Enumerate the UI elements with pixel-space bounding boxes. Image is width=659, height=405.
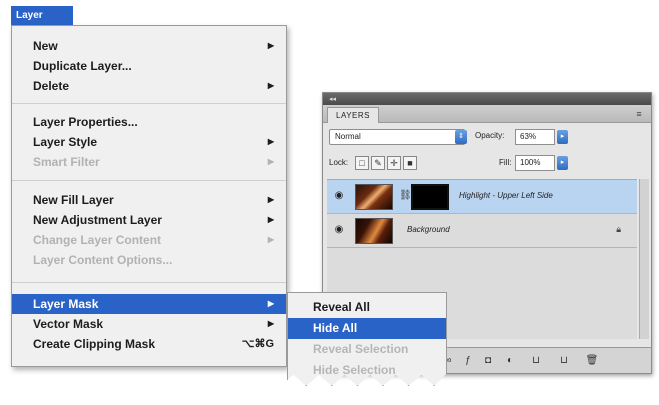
add-mask-icon[interactable]: ◘ <box>481 354 495 367</box>
layer-name: Highlight - Upper Left Side <box>459 191 553 200</box>
menu-item-layer-properties[interactable]: Layer Properties... <box>12 112 286 132</box>
submenu-arrow-icon: ▶ <box>267 81 274 90</box>
layer-mask-thumbnail[interactable] <box>411 184 449 210</box>
layer-row[interactable]: ◉ ⛓ Highlight - Upper Left Side <box>327 180 637 214</box>
submenu-arrow-icon: ▶ <box>267 137 274 146</box>
menu-item-layer-content-options[interactable]: Layer Content Options... <box>12 250 286 270</box>
panel-tab-bar: LAYERS ≡ <box>323 105 651 123</box>
menu-item-new[interactable]: New ▶ <box>12 36 286 56</box>
menu-separator <box>12 282 286 283</box>
fx-icon[interactable]: ƒ <box>461 354 475 367</box>
layer-thumbnail <box>355 218 393 244</box>
menu-item-layer-style[interactable]: Layer Style ▶ <box>12 132 286 152</box>
layer-lock-icon: 🔒︎ <box>616 224 621 234</box>
menu-item-new-fill-layer[interactable]: New Fill Layer ▶ <box>12 190 286 210</box>
submenu-arrow-icon: ▶ <box>267 215 274 224</box>
menu-item-delete[interactable]: Delete ▶ <box>12 76 286 96</box>
menu-item-vector-mask[interactable]: Vector Mask ▶ <box>12 314 286 334</box>
lock-all-icon[interactable]: ■ <box>403 156 417 170</box>
menu-separator <box>12 180 286 181</box>
submenu-item-reveal-selection[interactable]: Reveal Selection <box>288 339 446 360</box>
tab-layers[interactable]: LAYERS <box>327 107 379 123</box>
opacity-dropdown-icon[interactable]: ▸ <box>557 130 568 144</box>
menu-item-layer-mask[interactable]: Layer Mask ▶ <box>12 294 286 314</box>
blend-mode-select[interactable]: Normal <box>329 129 465 145</box>
submenu-item-hide-selection[interactable]: Hide Selection <box>288 360 446 381</box>
panel-menu-icon[interactable]: ≡ <box>633 109 645 119</box>
menu-layer[interactable]: Layer <box>11 6 73 25</box>
menu-separator <box>12 103 286 104</box>
lock-label: Lock: <box>329 158 349 167</box>
menu-item-create-clipping-mask[interactable]: Create Clipping Mask ⌥⌘G <box>12 334 286 354</box>
submenu-item-hide-all[interactable]: Hide All <box>288 318 446 339</box>
lock-row: Lock: □ ✎ ✛ ■ Fill: 100% ▸ <box>329 155 645 173</box>
group-folder-icon[interactable]: ⊔ <box>529 354 543 367</box>
menu-item-new-adjustment-layer[interactable]: New Adjustment Layer ▶ <box>12 210 286 230</box>
submenu-arrow-icon: ▶ <box>267 235 274 244</box>
fill-label: Fill: <box>499 158 512 167</box>
submenu-arrow-icon: ▶ <box>267 157 274 166</box>
submenu-arrow-icon: ▶ <box>267 41 274 50</box>
mask-link-icon[interactable]: ⛓ <box>399 190 412 201</box>
submenu-arrow-icon: ▶ <box>267 299 274 308</box>
trash-icon[interactable]: 🗑︎ <box>585 354 599 367</box>
fill-field[interactable]: 100% <box>515 155 555 171</box>
submenu-arrow-icon: ▶ <box>267 195 274 204</box>
blend-row: Normal ⇕ Opacity: 63% ▸ <box>329 129 645 147</box>
layer-name: Background <box>407 225 450 234</box>
visibility-eye-icon[interactable]: ◉ <box>333 224 345 236</box>
adjustment-layer-icon[interactable]: ◐ <box>503 354 517 367</box>
submenu-item-reveal-all[interactable]: Reveal All <box>288 297 446 318</box>
menu-item-duplicate-layer[interactable]: Duplicate Layer... <box>12 56 286 76</box>
blend-mode-stepper-icon[interactable]: ⇕ <box>455 130 467 144</box>
layer-mask-submenu: Reveal All Hide All Reveal Selection Hid… <box>287 292 447 386</box>
layers-scrollbar[interactable] <box>639 179 649 339</box>
shortcut-label: ⌥⌘G <box>241 338 274 350</box>
collapse-icon[interactable]: ◂◂ <box>329 95 336 103</box>
lock-move-icon[interactable]: ✛ <box>387 156 401 170</box>
panel-titlebar[interactable]: ◂◂ <box>323 93 651 105</box>
submenu-arrow-icon: ▶ <box>267 319 274 328</box>
new-layer-icon[interactable]: ⊔ <box>557 354 571 367</box>
layer-thumbnail <box>355 184 393 210</box>
menu-item-smart-filter[interactable]: Smart Filter ▶ <box>12 152 286 172</box>
menu-item-change-layer-content[interactable]: Change Layer Content ▶ <box>12 230 286 250</box>
fill-dropdown-icon[interactable]: ▸ <box>557 156 568 170</box>
opacity-field[interactable]: 63% <box>515 129 555 145</box>
lock-brush-icon[interactable]: ✎ <box>371 156 385 170</box>
lock-transparent-icon[interactable]: □ <box>355 156 369 170</box>
visibility-eye-icon[interactable]: ◉ <box>333 190 345 202</box>
layer-row[interactable]: ◉ Background 🔒︎ <box>327 214 637 248</box>
layer-menu: New ▶ Duplicate Layer... Delete ▶ Layer Pr… <box>11 25 287 367</box>
opacity-label: Opacity: <box>475 131 505 140</box>
